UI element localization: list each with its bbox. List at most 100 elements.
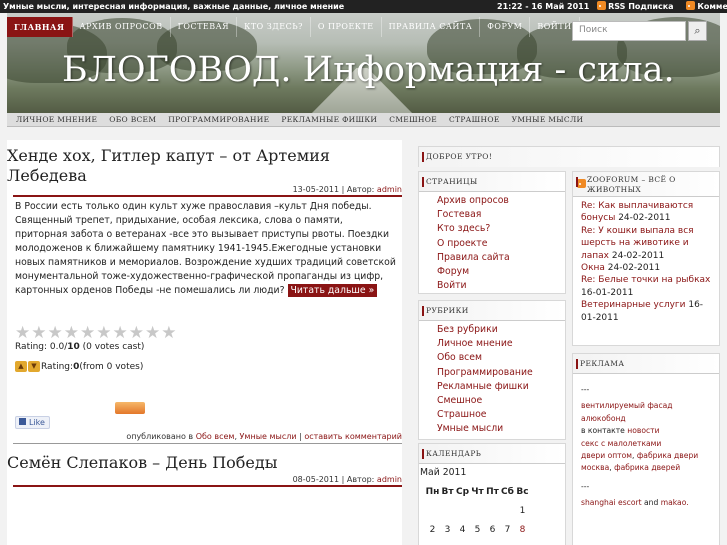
calendar-widget: КАЛЕНДАРЬ Май 2011 Пн Вт Ср Чт Пт Сб Вс 1 2345… (418, 443, 566, 545)
rubric-link-programming[interactable]: Программирование (437, 366, 565, 380)
site-title[interactable]: БЛОГОВОД. Информация - сила. (62, 50, 675, 90)
rubric-link-ad-tricks[interactable]: Рекламные фишки (437, 380, 565, 394)
read-more-button[interactable]: Читать дальше » (287, 284, 378, 297)
zoo-item: Окна 24-02-2011 (581, 263, 661, 274)
ad-link[interactable]: новости (627, 426, 659, 435)
category-scary[interactable]: СТРАШНОЕ (443, 113, 506, 127)
page-link-poll-archive[interactable]: Архив опросов (437, 194, 565, 208)
post-author-link[interactable]: admin (377, 475, 402, 484)
calendar-table: Пн Вт Ср Чт Пт Сб Вс 1 2345678 (425, 482, 530, 539)
post-date: 13-05-2011 (292, 185, 340, 194)
zoo-item: Re: У кошки выпала вся шерсть на животик… (581, 225, 694, 261)
rubric-link-funny[interactable]: Смешное (437, 394, 565, 408)
page-link-login[interactable]: Войти (437, 279, 565, 293)
greeting-text: ДОБРОЕ УТРО! (419, 147, 719, 167)
rubric-link-scary[interactable]: Страшное (437, 408, 565, 422)
zoo-link[interactable]: Ветеринарные услуги (581, 300, 685, 310)
calendar-day: 1 (519, 505, 526, 516)
post-title[interactable]: Семён Слепаков – День Победы (7, 453, 397, 473)
star-icon: ★ (31, 323, 47, 343)
rubric-link-about-everything[interactable]: Обо всем (437, 351, 565, 365)
category-funny[interactable]: СМЕШНОЕ (383, 113, 443, 127)
star-icon: ★ (112, 323, 128, 343)
star-icon: ★ (80, 323, 96, 343)
rubric-link-personal-opinion[interactable]: Личное мнение (437, 337, 565, 351)
search-button[interactable]: ⌕ (688, 21, 707, 41)
post-author-link[interactable]: admin (377, 185, 402, 194)
rubrics-widget: РУБРИКИ Без рубрики Личное мнение Обо вс… (418, 300, 566, 440)
ad-link[interactable]: вентилируемый фасад (581, 401, 673, 410)
zoo-item: Ветеринарные услуги 16-01-2011 (581, 300, 704, 323)
leave-comment-link[interactable]: оставить комментарий (304, 432, 402, 441)
ad-link[interactable]: фабрика дверей (614, 463, 680, 472)
post-footer: опубликовано в Обо всем, Умные мысли | о… (13, 430, 402, 444)
post-meta: 13-05-2011 | Автор: admin (13, 184, 402, 197)
rss-posts-link[interactable]: RSS Подписка (597, 1, 678, 11)
rubric-link-uncategorized[interactable]: Без рубрики (437, 323, 565, 337)
search-input[interactable]: Поиск (572, 21, 686, 41)
category-personal-opinion[interactable]: ЛИЧНОЕ МНЕНИЕ (10, 113, 103, 127)
thumbs-up-icon[interactable]: ▲ (15, 361, 27, 372)
ad-link[interactable]: секс с малолетками (581, 439, 661, 448)
page-link-forum[interactable]: Форум (437, 265, 565, 279)
site-header: ГЛАВНАЯ АРХИВ ОПРОСОВ ГОСТЕВАЯ КТО ЗДЕСЬ… (7, 13, 720, 113)
facebook-like-button[interactable]: Like (15, 416, 50, 429)
main-content: Хенде хох, Гитлер капут – от Артемия Леб… (7, 140, 402, 545)
category-programming[interactable]: ПРОГРАММИРОВАНИЕ (162, 113, 275, 127)
thumbs-down-icon[interactable]: ▼ (28, 361, 40, 372)
page-link-guestbook[interactable]: Гостевая (437, 208, 565, 222)
current-datetime: 21:22 - 16 Май 2011 (497, 2, 590, 11)
nav-rules[interactable]: ПРАВИЛА САЙТА (382, 17, 481, 37)
ad-link[interactable]: makao. (661, 498, 689, 507)
zoo-link[interactable]: Re: Белые точки на рыбках (581, 275, 710, 285)
star-icon: ★ (15, 323, 31, 343)
zooforum-heading[interactable]: ZOOFORUM – ВСЁ О ЖИВОТНЫХ (573, 172, 719, 197)
rss-icon (577, 179, 586, 188)
top-bar-right: 21:22 - 16 Май 2011 RSS Подписка Коммент… (497, 0, 727, 13)
top-bar: Умные мысли, интересная информация, важн… (0, 0, 727, 13)
rubrics-heading: РУБРИКИ (419, 301, 565, 321)
ad-link[interactable]: shanghai escort (581, 498, 642, 507)
zoo-item: Re: Как выплачиваются бонусы 24-02-2011 (581, 201, 694, 224)
page-link-about[interactable]: О проекте (437, 237, 565, 251)
rss-icon (686, 1, 696, 10)
nav-guestbook[interactable]: ГОСТЕВАЯ (171, 17, 238, 37)
category-bar: ЛИЧНОЕ МНЕНИЕ ОБО ВСЕМ ПРОГРАММИРОВАНИЕ … (7, 113, 720, 127)
post-title[interactable]: Хенде хох, Гитлер капут – от Артемия Леб… (7, 146, 367, 186)
site-tagline: Умные мысли, интересная информация, важн… (3, 2, 345, 11)
calendar-month: Май 2011 (420, 467, 467, 478)
nav-poll-archive[interactable]: АРХИВ ОПРОСОВ (73, 17, 171, 37)
page-link-rules[interactable]: Правила сайта (437, 251, 565, 265)
category-ad-tricks[interactable]: РЕКЛАМНЫЕ ФИШКИ (275, 113, 383, 127)
nav-about[interactable]: О ПРОЕКТЕ (311, 17, 382, 37)
nav-forum[interactable]: ФОРУМ (480, 17, 531, 37)
calendar-heading: КАЛЕНДАРЬ (419, 444, 565, 464)
thumbs-rating: ▲ ▼ Rating: 0 (from 0 votes) (15, 361, 143, 372)
category-smart-thoughts[interactable]: УМНЫЕ МЫСЛИ (506, 113, 590, 127)
star-icon: ★ (128, 323, 144, 343)
page-link-who-is-here[interactable]: Кто здесь? (437, 222, 565, 236)
ad-link[interactable]: алюкобонд (581, 414, 626, 423)
rubric-link-smart-thoughts[interactable]: Умные мысли (437, 422, 565, 436)
category-link-smart-thoughts[interactable]: Умные мысли (240, 432, 297, 441)
calendar-day: 2 (429, 524, 436, 535)
nav-home[interactable]: ГЛАВНАЯ (7, 17, 73, 37)
ad-link[interactable]: двери оптом (581, 451, 632, 460)
zooforum-widget: ZOOFORUM – ВСЁ О ЖИВОТНЫХ Re: Как выплач… (572, 171, 720, 346)
zoo-link[interactable]: Окна (581, 263, 605, 273)
pages-widget: СТРАНИЦЫ Архив опросов Гостевая Кто здес… (418, 171, 566, 294)
facebook-icon (19, 418, 26, 425)
post-meta: 08-05-2011 | Автор: admin (13, 474, 402, 487)
star-icon: ★ (145, 323, 161, 343)
rss-feed-icon[interactable] (115, 402, 145, 414)
pages-heading: СТРАНИЦЫ (419, 172, 565, 192)
category-link-about-everything[interactable]: Обо всем (196, 432, 235, 441)
nav-who-is-here[interactable]: КТО ЗДЕСЬ? (237, 17, 311, 37)
calendar-day-link[interactable]: 8 (515, 520, 530, 539)
greeting-box: ДОБРОЕ УТРО! (418, 146, 720, 167)
ads-widget: РЕКЛАМА --- вентилируемый фасад алюкобон… (572, 353, 720, 545)
star-icon: ★ (96, 323, 112, 343)
star-rating[interactable]: ★ ★ ★ ★ ★ ★ ★ ★ ★ ★ (15, 323, 178, 343)
category-about-everything[interactable]: ОБО ВСЕМ (103, 113, 162, 127)
rss-comments-link[interactable]: Комментарии (686, 1, 727, 11)
